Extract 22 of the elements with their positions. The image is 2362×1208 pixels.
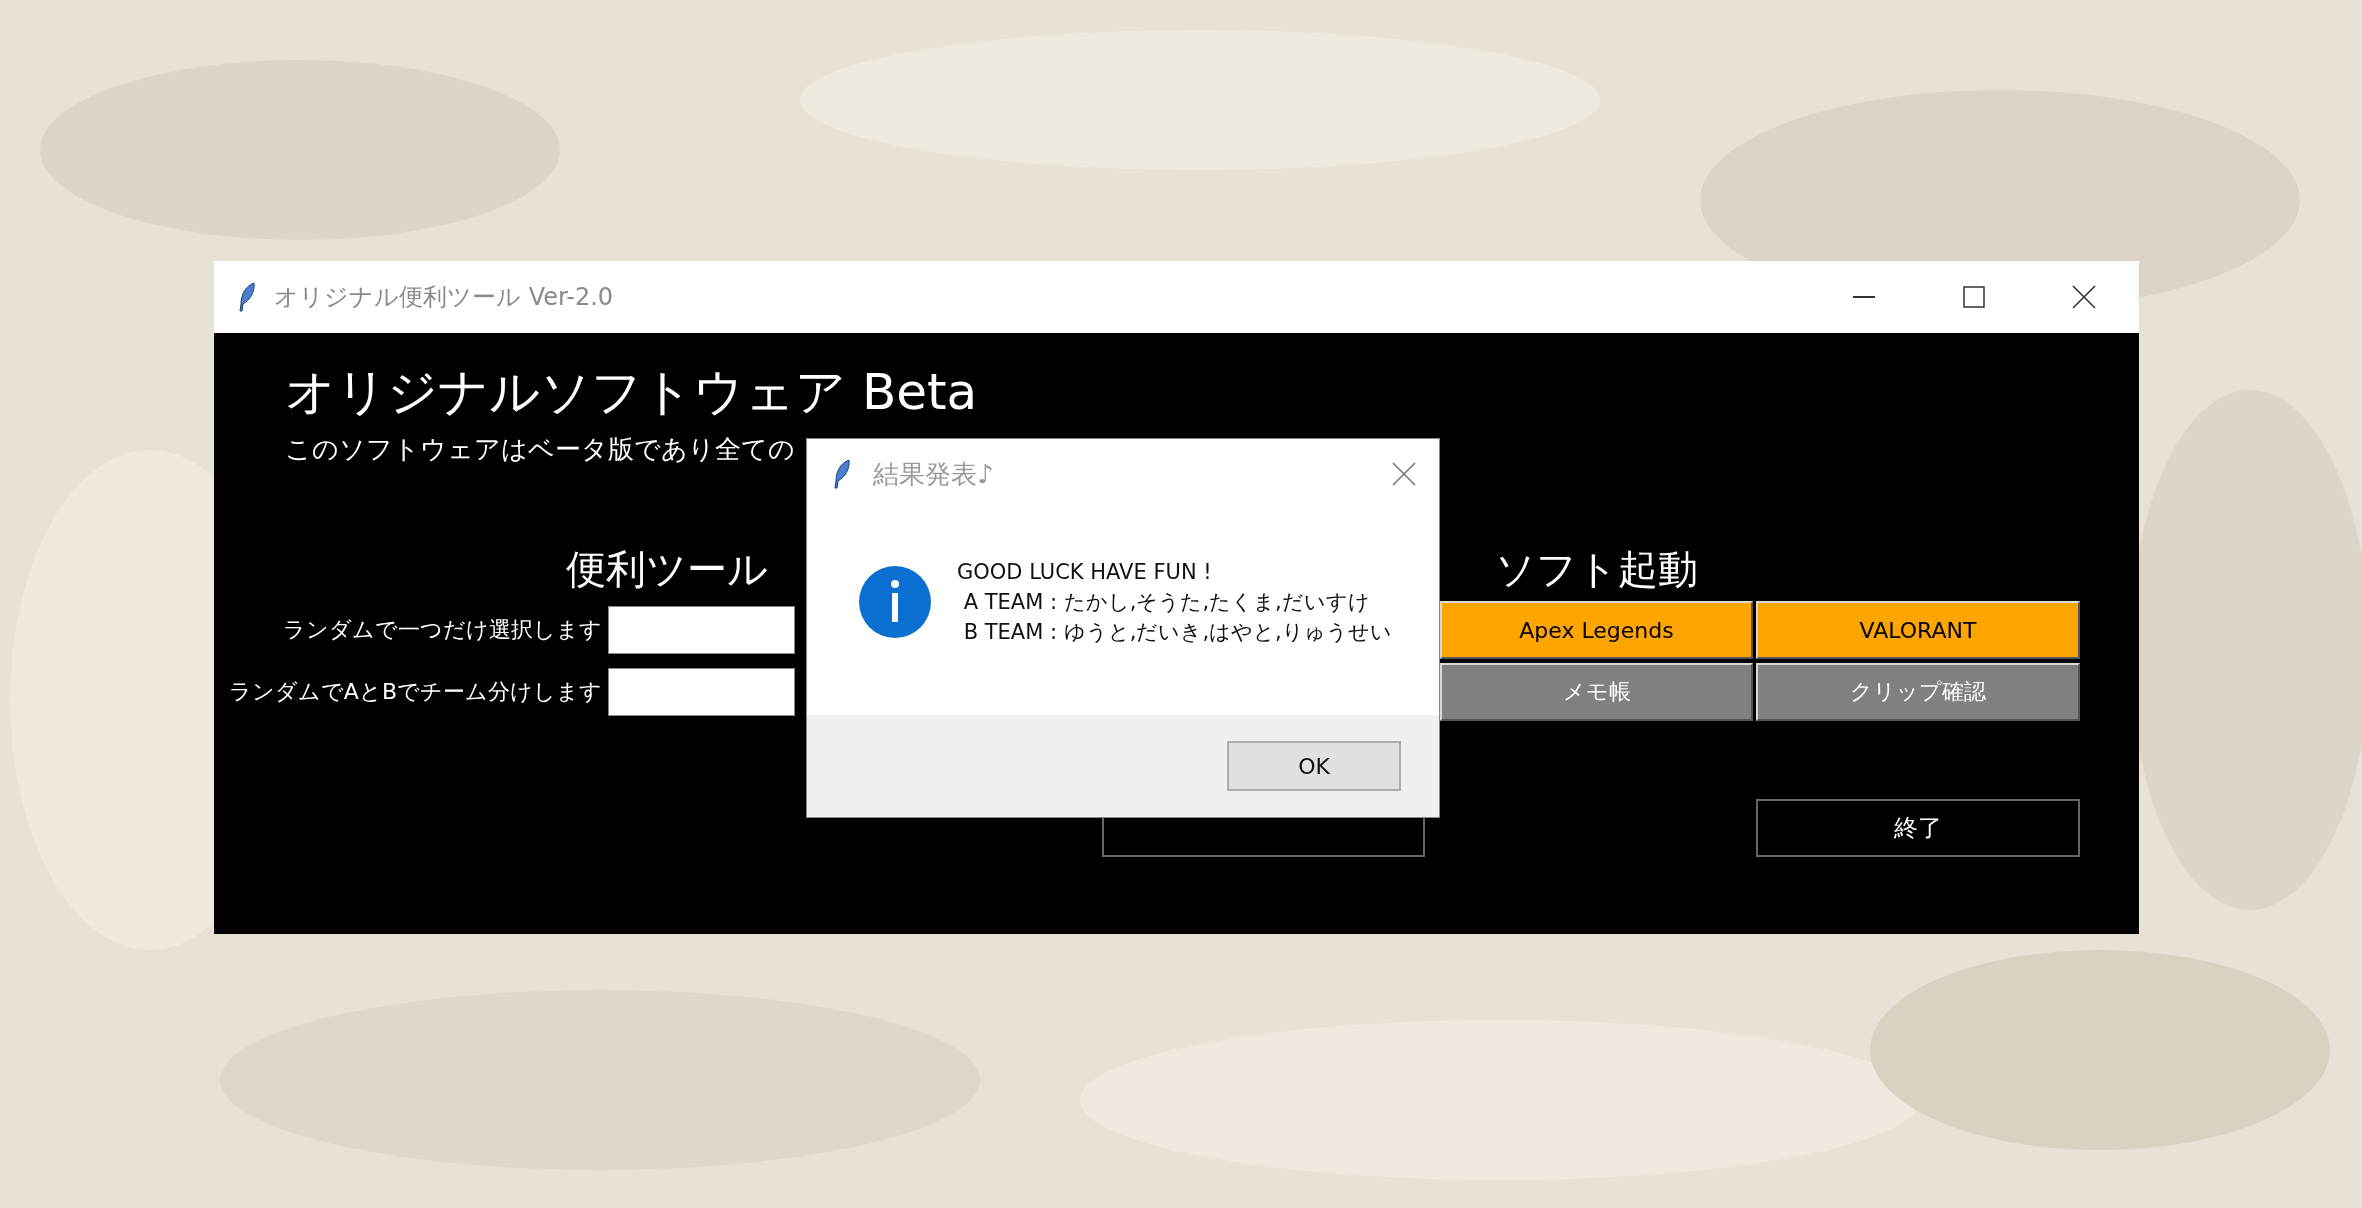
feather-icon: [833, 459, 851, 489]
ok-button[interactable]: OK: [1227, 741, 1401, 791]
section-title: ソフト起動: [1495, 545, 1698, 594]
quit-button[interactable]: 終了: [1756, 799, 2080, 857]
app-subtitle: このソフトウェアはベータ版であり全ての: [285, 433, 795, 466]
feather-icon: [238, 282, 256, 312]
dialog-title: 結果発表♪: [873, 457, 994, 491]
row-label: ランダムでAとBでチーム分けします: [228, 678, 602, 706]
input-field[interactable]: [608, 606, 795, 654]
row-label: ランダムで一つだけ選択します: [283, 616, 602, 644]
dialog-message: GOOD LUCK HAVE FUN ! A TEAM : たかし,そうた,たくま,だいすけ B TEAM : ゆうと,だいき,はやと,りゅうせい: [957, 559, 1392, 646]
launch-button[interactable]: VALORANT: [1756, 601, 2080, 659]
info-icon: [859, 566, 931, 638]
input-field[interactable]: [608, 668, 795, 716]
section-title: 便利ツール: [566, 545, 768, 594]
close-icon[interactable]: [2072, 285, 2096, 309]
launch-button[interactable]: Apex Legends: [1440, 601, 1753, 659]
window-title: オリジナル便利ツール Ver-2.0: [274, 282, 614, 313]
launch-button[interactable]: クリップ確認: [1756, 663, 2080, 721]
app-heading: オリジナルソフトウェア Beta: [285, 362, 978, 423]
maximize-icon[interactable]: [1963, 286, 1985, 308]
launch-button[interactable]: メモ帳: [1440, 663, 1753, 721]
